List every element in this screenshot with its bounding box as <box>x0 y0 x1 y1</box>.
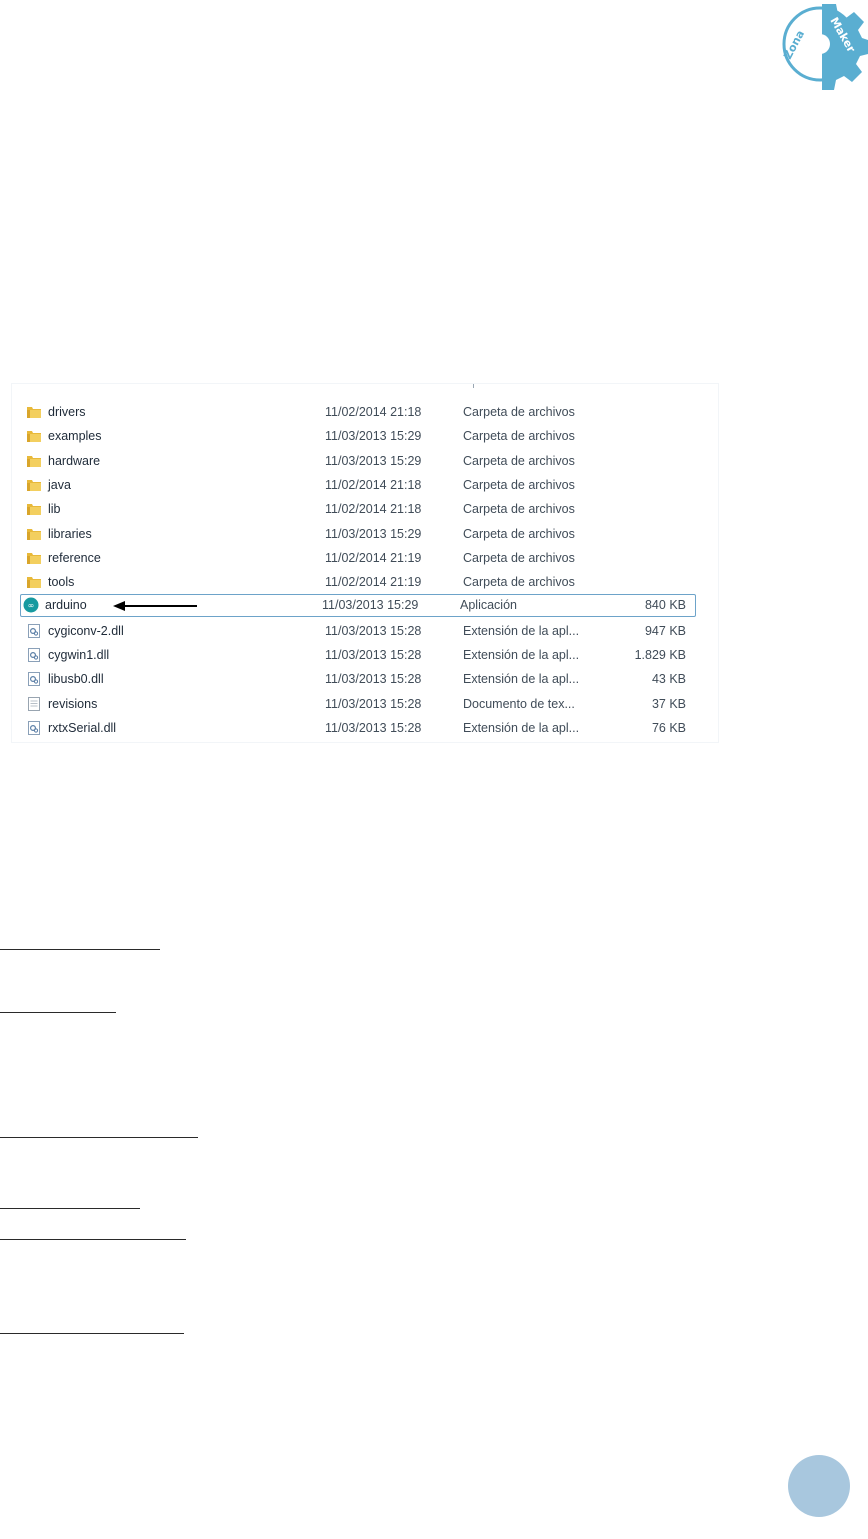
file-type: Aplicación <box>460 598 517 613</box>
file-row-libusb0-dll[interactable]: libusb0.dll 11/03/2013 15:28 Extensión de … <box>22 668 696 691</box>
file-name: drivers <box>48 405 86 419</box>
file-name: libusb0.dll <box>48 672 104 687</box>
file-row-arduino[interactable]: ∞ arduino 11/03/2013 15:29 Aplicación 840 KB <box>20 594 696 618</box>
folder-icon <box>26 526 42 542</box>
file-size: 840 KB <box>644 598 686 613</box>
file-type: Carpeta de archivos <box>463 526 575 541</box>
file-date: 11/02/2014 21:18 <box>325 405 422 419</box>
file-name: examples <box>48 429 102 444</box>
file-row-reference[interactable]: reference 11/02/2014 21:19 Carpeta de arch… <box>22 547 696 570</box>
file-type: Carpeta de archivos <box>463 429 575 444</box>
file-date: 11/02/2014 21:19 <box>325 550 422 565</box>
folder-icon <box>26 428 42 444</box>
file-date: 11/03/2013 15:28 <box>325 720 422 735</box>
folder-icon <box>26 404 42 420</box>
file-date: 11/03/2013 15:29 <box>325 453 422 468</box>
svg-text:∞: ∞ <box>28 601 35 610</box>
column-divider <box>473 384 474 388</box>
underline-stub-2 <box>0 1012 116 1013</box>
file-type: Extensión de la apl... <box>463 648 580 662</box>
folder-icon <box>26 574 42 590</box>
underline-stub-4 <box>0 1208 140 1209</box>
file-name: arduino <box>45 598 87 613</box>
file-name: reference <box>48 550 101 565</box>
file-row-java[interactable]: java 11/02/2014 21:18 Carpeta de archivos <box>22 474 696 497</box>
folder-icon <box>26 501 42 517</box>
zona-maker-logo: Zona Maker <box>781 4 868 90</box>
file-date: 11/02/2014 21:18 <box>325 502 422 517</box>
file-name: hardware <box>48 453 101 468</box>
file-type: Carpeta de archivos <box>463 502 575 517</box>
file-row-cygiconv-2-dll[interactable]: cygiconv-2.dll 11/03/2013 15:28 Extensión … <box>22 620 696 643</box>
file-row-tools[interactable]: tools 11/02/2014 21:19 Carpeta de archivos <box>22 571 696 594</box>
file-row-hardware[interactable]: hardware 11/03/2013 15:29 Carpeta de archi… <box>22 450 696 473</box>
file-date: 11/03/2013 15:29 <box>322 598 419 613</box>
file-date: 11/02/2014 21:19 <box>325 575 422 590</box>
file-size: 43 KB <box>651 672 686 687</box>
file-type: Extensión de la apl... <box>463 623 580 638</box>
dll-file-icon <box>26 720 42 736</box>
file-name: tools <box>48 575 75 590</box>
file-row-drivers[interactable]: drivers 11/02/2014 21:18 Carpeta de archiv… <box>22 401 696 424</box>
file-row-revisions[interactable]: revisions 11/03/2013 15:28 Documento de te… <box>22 693 696 716</box>
underline-stub-6 <box>0 1333 184 1334</box>
file-name: cygwin1.dll <box>48 648 110 662</box>
file-row-cygwin1-dll[interactable]: cygwin1.dll 11/03/2013 15:28 Extensión de … <box>22 644 696 667</box>
folder-icon <box>26 550 42 566</box>
file-date: 11/02/2014 21:18 <box>325 477 422 492</box>
file-row-libraries[interactable]: libraries 11/03/2013 15:29 Carpeta de arch… <box>22 523 696 546</box>
file-size: 947 KB <box>644 623 686 638</box>
file-date: 11/03/2013 15:29 <box>325 429 422 444</box>
file-row-examples[interactable]: examples 11/03/2013 15:29 Carpeta de archi… <box>22 425 696 448</box>
file-type: Carpeta de archivos <box>463 477 575 492</box>
file-size: 1.829 KB <box>634 648 686 662</box>
file-date: 11/03/2013 15:28 <box>325 696 422 711</box>
file-date: 11/03/2013 15:28 <box>325 672 422 687</box>
file-name: rxtxSerial.dll <box>48 720 117 735</box>
file-size: 37 KB <box>651 696 686 711</box>
file-row-lib[interactable]: lib 11/02/2014 21:18 Carpeta de archivos <box>22 498 696 521</box>
file-name: libraries <box>48 526 92 541</box>
file-type: Documento de tex... <box>463 696 575 711</box>
dll-file-icon <box>26 671 42 687</box>
file-date: 11/03/2013 15:29 <box>325 526 422 541</box>
file-type: Extensión de la apl... <box>463 672 580 687</box>
file-date: 11/03/2013 15:28 <box>325 648 422 662</box>
folder-icon <box>26 477 42 493</box>
file-type: Carpeta de archivos <box>463 453 575 468</box>
underline-stub-5 <box>0 1239 186 1240</box>
file-name: java <box>48 477 71 492</box>
underline-stub-3 <box>0 1137 198 1138</box>
page-number-circle <box>788 1455 850 1517</box>
dll-file-icon <box>26 647 42 663</box>
arrow-pointer-icon <box>113 601 197 612</box>
underline-stub-1 <box>0 949 160 950</box>
file-type: Carpeta de archivos <box>463 550 575 565</box>
arduino-app-icon: ∞ <box>23 597 39 613</box>
file-explorer-list: drivers 11/02/2014 21:18 Carpeta de archiv… <box>12 384 718 742</box>
file-name: lib <box>48 502 61 517</box>
file-date: 11/03/2013 15:28 <box>325 623 422 638</box>
dll-file-icon <box>26 623 42 639</box>
text-file-icon <box>26 696 42 712</box>
file-type: Carpeta de archivos <box>463 575 575 590</box>
file-type: Extensión de la apl... <box>463 720 580 735</box>
file-row-rxtxserial-dll[interactable]: rxtxSerial.dll 11/03/2013 15:28 Extensión … <box>22 717 696 740</box>
file-name: cygiconv-2.dll <box>48 623 124 638</box>
file-type: Carpeta de archivos <box>463 405 575 419</box>
folder-icon <box>26 453 42 469</box>
file-name: revisions <box>48 696 98 711</box>
file-size: 76 KB <box>651 720 686 735</box>
